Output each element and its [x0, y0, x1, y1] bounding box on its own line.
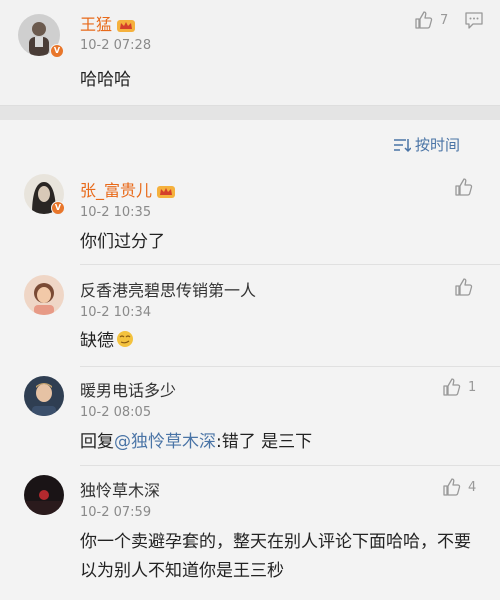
comment-content: 回复@独怜草木深:错了 是三下: [80, 428, 312, 457]
comment-author-name[interactable]: 独怜草木深: [80, 477, 160, 501]
comment-content-text: :错了 是三下: [216, 432, 313, 452]
emoji-icon: [117, 331, 133, 347]
comment-author-name[interactable]: 张_富贵儿: [80, 177, 176, 201]
sort-by-time-button[interactable]: 按时间: [393, 134, 460, 155]
post-card: V 王猛 10-2 07:28 哈哈哈 7: [0, 0, 500, 106]
comment-like-button[interactable]: [454, 177, 474, 197]
comment-content: 你一个卖避孕套的，整天在别人评论下面哈哈，不要 以为别人不知道你是王三秒: [80, 528, 471, 586]
comment-content: 你们过分了: [80, 232, 165, 252]
thumbs-up-icon: [455, 278, 473, 296]
post-time: 10-2 07:28: [80, 38, 152, 53]
comment-author-label[interactable]: 张_富贵儿: [80, 181, 152, 200]
comment-divider: [80, 465, 500, 466]
avatar[interactable]: [24, 275, 64, 315]
comment-author-name[interactable]: 暖男电话多少: [80, 377, 176, 401]
comment-like-button[interactable]: [454, 277, 474, 297]
comment-time: 10-2 10:34: [80, 305, 152, 320]
verified-badge-icon: V: [50, 44, 64, 58]
avatar[interactable]: [24, 376, 64, 416]
comment-time: 10-2 07:59: [80, 505, 152, 520]
comment-like-button[interactable]: 1: [442, 377, 476, 397]
reply-prefix: 回复: [80, 432, 114, 452]
post-like-button[interactable]: 7: [414, 10, 448, 30]
verified-badge-icon: V: [51, 201, 65, 215]
post-like-count: 7: [440, 12, 449, 28]
comment-content-line: 以为别人不知道你是王三秒: [80, 561, 284, 581]
vip-crown-icon: [157, 186, 176, 198]
comment-divider: [80, 264, 500, 265]
comment-divider: [80, 366, 500, 367]
thumbs-up-icon: [415, 11, 433, 29]
sort-icon: [393, 138, 411, 152]
vip-crown-icon: [117, 20, 136, 32]
post-content: 哈哈哈: [80, 70, 131, 90]
comment-like-count: 4: [468, 479, 477, 495]
post-author-name[interactable]: 王猛: [80, 11, 136, 35]
post-author-label[interactable]: 王猛: [80, 15, 112, 34]
comment-like-count: 1: [468, 379, 477, 395]
thumbs-up-icon: [443, 378, 461, 396]
comment-content-line: 你一个卖避孕套的，整天在别人评论下面哈哈，不要: [80, 532, 471, 552]
comment-content-text: 缺德: [80, 331, 114, 351]
section-gap: [0, 106, 500, 120]
mention-link[interactable]: @独怜草木深: [114, 432, 216, 452]
comment-time: 10-2 08:05: [80, 405, 152, 420]
avatar[interactable]: [24, 475, 64, 515]
thumbs-up-icon: [443, 478, 461, 496]
comment-author-name[interactable]: 反香港亮碧思传销第一人: [80, 277, 256, 301]
comment-like-button[interactable]: 4: [442, 477, 476, 497]
thumbs-up-icon: [455, 178, 473, 196]
comment-content: 缺德: [80, 327, 134, 356]
comment-icon[interactable]: [464, 10, 484, 34]
sort-label: 按时间: [414, 136, 460, 154]
comment-time: 10-2 10:35: [80, 205, 152, 220]
